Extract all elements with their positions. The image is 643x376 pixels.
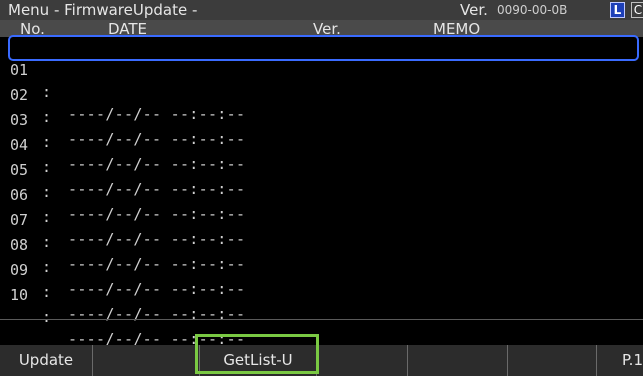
badge-l: L [610,2,625,18]
getlist-u-button[interactable]: GetList-U [200,345,317,376]
column-header: No. DATE Ver. MEMO [0,20,643,38]
badge-c: C [631,2,643,18]
column-no: No. [20,20,45,38]
title-bar: Menu - FirmwareUpdate - Ver. 0090-00-0B … [0,0,643,20]
function-key-bar: Update GetList-U P.1 [0,345,643,376]
fkey-5-button[interactable] [408,345,508,376]
divider [0,319,643,320]
fkey-4-button[interactable] [317,345,408,376]
row-number: 10 [10,286,29,304]
update-button[interactable]: Update [0,345,93,376]
fkey-6-button[interactable] [508,345,597,376]
window-title: Menu - FirmwareUpdate - [8,1,198,19]
list-row[interactable]: 10 : ----/--/-- --:--:-- [10,262,637,348]
column-memo: MEMO [433,20,481,38]
version-label: Ver. [460,1,488,19]
list-row[interactable]: 05 : ----/--/-- --:--:-- [10,137,637,223]
column-date: DATE [108,20,148,38]
list-row[interactable]: 03 : ----/--/-- --:--:-- [10,87,637,173]
version-value: 0090-00-0B [497,3,568,17]
list-row[interactable]: 07 : ----/--/-- --:--:-- [10,187,637,273]
list-row-selected[interactable]: 01 : ----/--/-- --:--:-- [8,35,639,123]
list-row[interactable]: 08 : ----/--/-- --:--:-- [10,212,637,298]
page-button[interactable]: P.1 [597,345,643,376]
fkey-2-button[interactable] [93,345,200,376]
list-row[interactable]: 06 : ----/--/-- --:--:-- [10,162,637,248]
column-ver: Ver. [313,20,341,38]
list-row[interactable]: 04 : ----/--/-- --:--:-- [10,112,637,198]
list-row[interactable]: 02 : ----/--/-- --:--:-- [10,62,637,148]
row-datetime: ----/--/-- --:--:-- [68,305,246,323]
row-separator: : [42,308,52,326]
list-row[interactable]: 09 : ----/--/-- --:--:-- [10,237,637,323]
